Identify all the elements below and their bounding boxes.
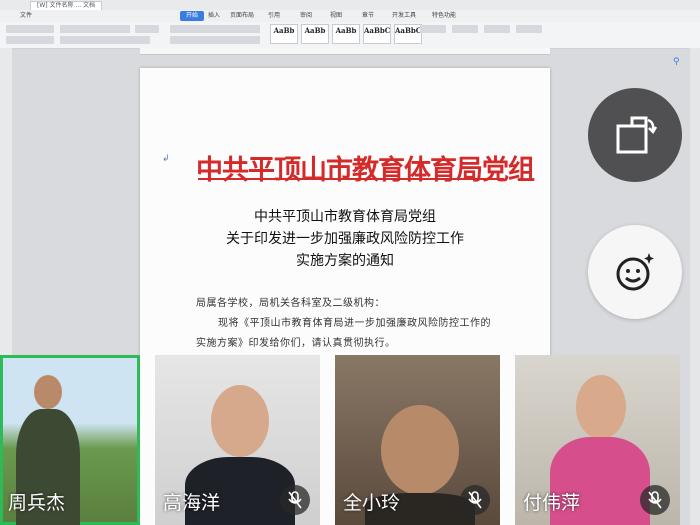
body-line-2: 实施方案》印发给你们，请认真贯彻执行。 bbox=[196, 338, 396, 349]
menu-file[interactable]: 文件 bbox=[20, 11, 32, 21]
menu-view[interactable]: 视图 bbox=[330, 11, 342, 21]
participant-tile-4[interactable]: 付伟萍 bbox=[515, 355, 680, 525]
body-line-1: 现将《平顶山市教育体育局进一步加强廉政风险防控工作的 bbox=[218, 318, 491, 329]
red-letterhead: 中共平顶山市教育体育局党组 bbox=[196, 155, 535, 186]
menu-page-layout[interactable]: 页面布局 bbox=[230, 11, 254, 21]
menu-review[interactable]: 审阅 bbox=[300, 11, 312, 21]
muted-mic-icon bbox=[640, 485, 670, 515]
muted-mic-icon bbox=[460, 485, 490, 515]
menu-bar: 文件 开始 插入 页面布局 引用 审阅 视图 章节 开发工具 特色功能 bbox=[0, 10, 700, 22]
location-pin-icon: ⚲ bbox=[673, 57, 680, 67]
font-name-select[interactable] bbox=[60, 25, 130, 33]
participant-tile-3[interactable]: 全小玲 bbox=[335, 355, 500, 525]
text-tools-button[interactable] bbox=[452, 25, 478, 33]
face-effects-button[interactable] bbox=[588, 225, 682, 319]
notice-title-line-2: 关于印发进一步加强廉政风险防控工作 bbox=[226, 231, 464, 247]
alignment-buttons[interactable] bbox=[170, 36, 260, 44]
menu-developer[interactable]: 开发工具 bbox=[392, 11, 416, 21]
style-heading-3[interactable]: AaBbC bbox=[363, 24, 391, 44]
new-style-button[interactable] bbox=[420, 25, 446, 33]
format-painter-button[interactable] bbox=[6, 36, 54, 44]
participant-name: 全小玲 bbox=[343, 492, 401, 514]
red-header-rule bbox=[198, 178, 504, 180]
participant-name: 高海洋 bbox=[163, 492, 221, 514]
paste-button[interactable] bbox=[6, 25, 54, 33]
style-gallery: AaBb AaBb AaBb AaBbC AaBbC bbox=[270, 24, 422, 44]
muted-mic-icon bbox=[280, 485, 310, 515]
horizontal-ruler bbox=[140, 48, 550, 55]
select-button[interactable] bbox=[516, 25, 542, 33]
style-heading-2[interactable]: AaBb bbox=[332, 24, 360, 44]
menu-insert[interactable]: 插入 bbox=[208, 11, 220, 21]
menu-features[interactable]: 特色功能 bbox=[432, 11, 456, 21]
participant-tile-2[interactable]: 高海洋 bbox=[155, 355, 320, 525]
paragraph-marker-icon: ↲ bbox=[162, 154, 170, 164]
style-heading-1[interactable]: AaBb bbox=[301, 24, 329, 44]
rotate-screen-button[interactable] bbox=[588, 88, 682, 182]
font-size-select[interactable] bbox=[135, 25, 159, 33]
style-heading-4[interactable]: AaBbC bbox=[394, 24, 422, 44]
notice-title-line-1: 中共平顶山市教育体育局党组 bbox=[254, 209, 436, 225]
menu-sections[interactable]: 章节 bbox=[362, 11, 374, 21]
find-replace-button[interactable] bbox=[484, 25, 510, 33]
ribbon-toolbar: AaBb AaBb AaBb AaBbC AaBbC bbox=[0, 22, 700, 49]
style-normal[interactable]: AaBb bbox=[270, 24, 298, 44]
menu-references[interactable]: 引用 bbox=[268, 11, 280, 21]
face-sparkle-icon bbox=[616, 253, 654, 291]
salutation-line: 局属各学校，局机关各科室及二级机构： bbox=[196, 298, 385, 309]
participant-tile-1[interactable]: 周兵杰 bbox=[0, 355, 140, 525]
title-bar: [W] 文件名称 ... 文档 bbox=[0, 0, 700, 11]
notice-title-line-3: 实施方案的通知 bbox=[296, 253, 394, 269]
paragraph-buttons[interactable] bbox=[170, 25, 260, 33]
participant-name: 付伟萍 bbox=[523, 492, 581, 514]
participant-name: 周兵杰 bbox=[8, 492, 66, 514]
participant-video-strip: 周兵杰 高海洋 全小玲 付伟萍 bbox=[0, 355, 700, 525]
rotate-screen-icon bbox=[616, 116, 658, 154]
font-format-buttons[interactable] bbox=[60, 36, 150, 44]
menu-home[interactable]: 开始 bbox=[180, 11, 205, 21]
